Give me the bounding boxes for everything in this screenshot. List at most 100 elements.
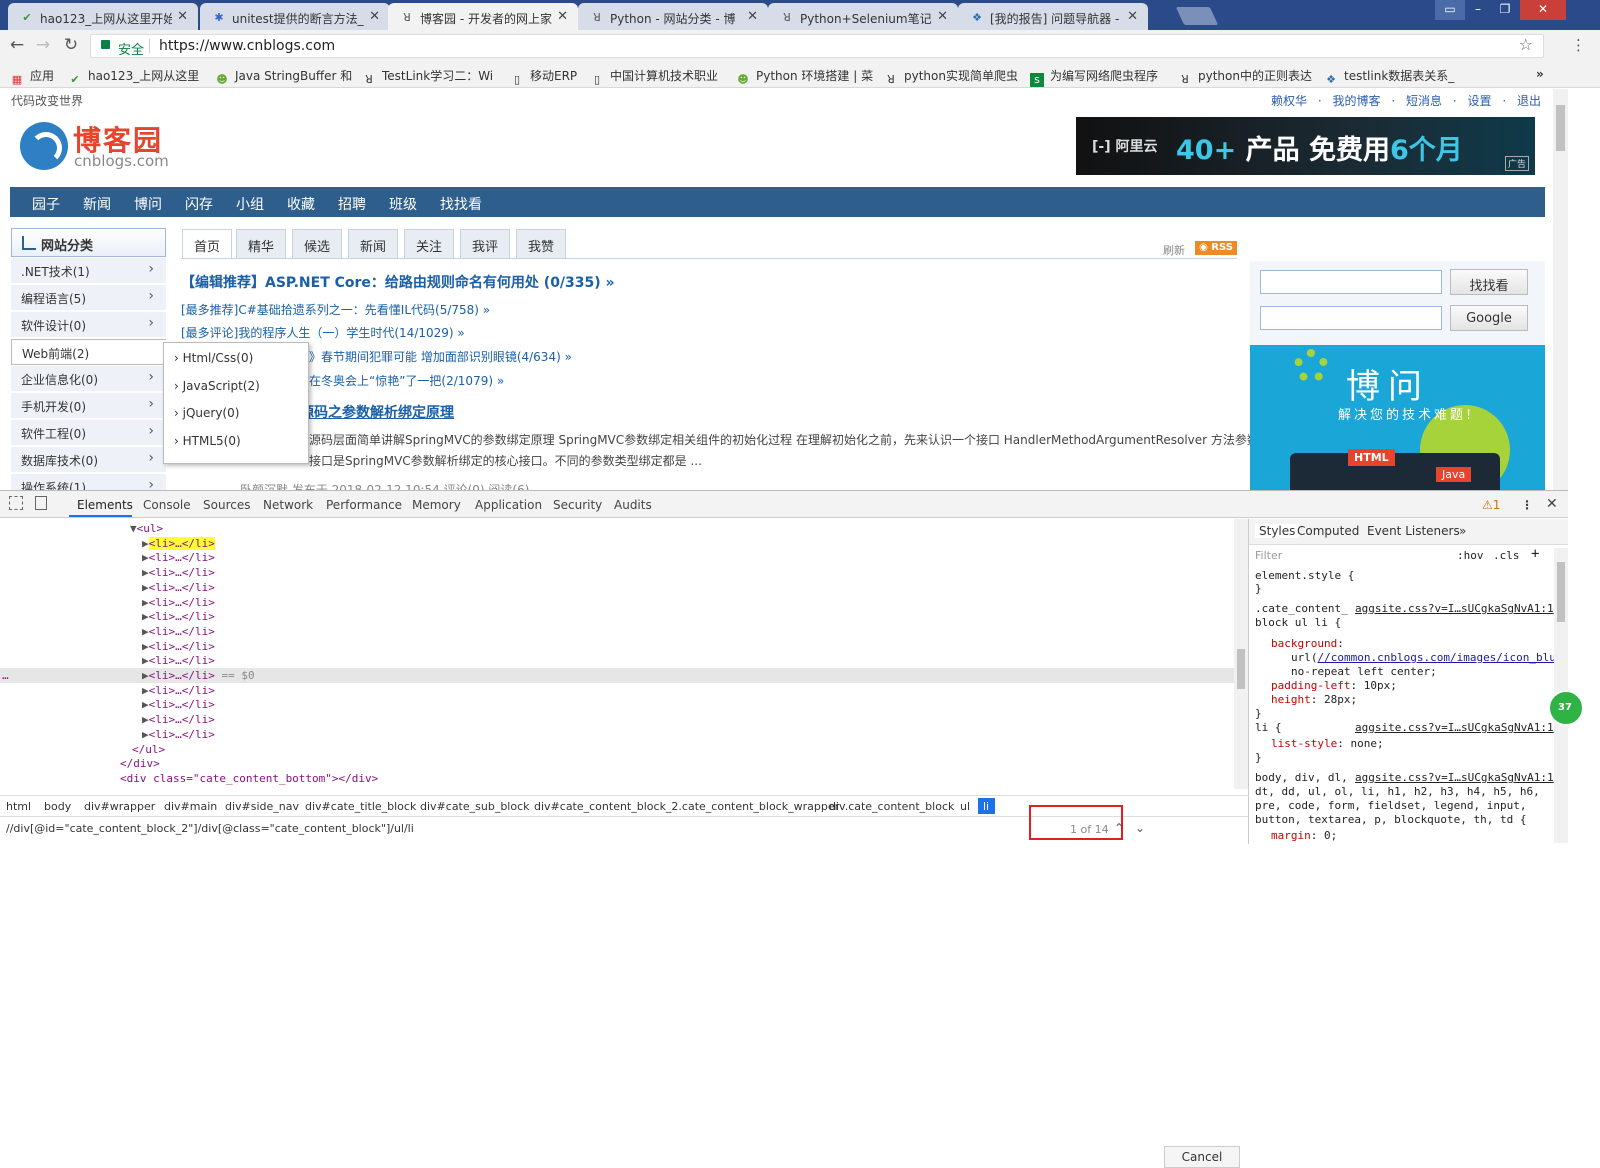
tab-unittest[interactable]: ✱ unitest提供的断言方法_ ✕: [200, 3, 390, 30]
rss-badge[interactable]: ◉ RSS: [1195, 241, 1237, 255]
dom-node-line[interactable]: ▶<li>…</li>: [142, 727, 215, 742]
inspect-element-icon[interactable]: [9, 496, 23, 510]
close-icon[interactable]: ✕: [177, 9, 188, 24]
submenu-item[interactable]: › jQuery(0): [174, 406, 239, 420]
dom-node-line[interactable]: </div>: [108, 786, 148, 789]
hov-toggle[interactable]: :hov: [1457, 549, 1484, 563]
style-rule-line[interactable]: padding-left: 10px;: [1271, 679, 1397, 693]
tab-styles[interactable]: Styles: [1255, 524, 1300, 538]
expand-triangle-icon[interactable]: ▶: [142, 551, 149, 564]
breadcrumb-item[interactable]: html: [6, 800, 31, 813]
bowen-ad-banner[interactable]: 博问 解决您的技术难题! HTML Java: [1250, 345, 1545, 490]
tab-elements[interactable]: Elements: [77, 498, 133, 512]
scroll-thumb[interactable]: [1237, 649, 1245, 689]
style-rule-line[interactable]: margin: 0;: [1271, 829, 1337, 843]
cnblogs-logo-icon[interactable]: [20, 122, 68, 170]
site-search-button[interactable]: 找找看: [1450, 269, 1528, 295]
expand-triangle-icon[interactable]: ▶: [142, 581, 149, 594]
expand-triangle-icon[interactable]: ▶: [142, 610, 149, 623]
username-link[interactable]: 赖权华: [1271, 94, 1307, 108]
close-icon[interactable]: ✕: [937, 9, 948, 24]
bookmark-item[interactable]: ▯ 移动ERP: [510, 67, 590, 87]
category-item[interactable]: 数据库技术(0) ›: [11, 447, 166, 473]
style-rule-line[interactable]: .cate_content_: [1255, 602, 1348, 616]
tab-memory[interactable]: Memory: [412, 498, 461, 512]
settings-link[interactable]: 设置: [1467, 94, 1491, 108]
warning-counter[interactable]: ⚠1: [1482, 498, 1500, 512]
bookmark-apps[interactable]: ▦ 应用: [10, 67, 54, 87]
bookmark-item[interactable]: ꓤ python实现简单爬虫: [884, 67, 1022, 87]
tab-sources[interactable]: Sources: [203, 498, 250, 512]
url-text[interactable]: https://www.cnblogs.com: [159, 38, 335, 54]
editor-pick-link[interactable]: 【编辑推荐】ASP.NET Core：给路由规则命名有何用处 (0/335) »: [181, 272, 615, 292]
new-tab-button[interactable]: [1175, 7, 1219, 25]
dom-node-line[interactable]: ▶<li>…</li>: [142, 624, 215, 639]
row-dots-icon[interactable]: …: [2, 668, 9, 683]
close-icon[interactable]: ✕: [557, 9, 568, 24]
expand-triangle-icon[interactable]: ▶: [142, 654, 149, 667]
expand-triangle-icon[interactable]: ▶: [142, 728, 149, 741]
google-search-input[interactable]: [1260, 306, 1442, 330]
style-rule-line[interactable]: height: 28px;: [1271, 693, 1357, 707]
dom-node-line[interactable]: ▶<li>…</li>: [142, 712, 215, 727]
tab-hao123[interactable]: ✔ hao123_上网从这里开始 ✕: [8, 3, 198, 30]
style-rule-line[interactable]: url(//common.cnblogs.com/images/icon_blu: [1291, 651, 1556, 665]
more-bookmarks-icon[interactable]: »: [1536, 67, 1544, 81]
dom-node-line[interactable]: ▶<li>…</li>: [142, 536, 215, 551]
expand-triangle-icon[interactable]: ▶: [142, 698, 149, 711]
nav-item[interactable]: 小组: [236, 194, 264, 214]
close-devtools-icon[interactable]: ✕: [1546, 496, 1558, 512]
xpath-search-input[interactable]: //div[@id="cate_content_block_2"]/div[@c…: [6, 822, 414, 835]
dom-node-line[interactable]: ▶<li>…</li>: [142, 697, 215, 712]
more-tabs-icon[interactable]: »: [1459, 524, 1466, 538]
messages-link[interactable]: 短消息: [1406, 94, 1442, 108]
tab-audits[interactable]: Audits: [614, 498, 652, 512]
dom-node-line[interactable]: ▶<li>…</li>: [142, 580, 215, 595]
dom-node-line[interactable]: ▶<li>…</li>: [142, 550, 215, 565]
styles-filter-input[interactable]: Filter: [1255, 549, 1282, 563]
breadcrumb-item[interactable]: div#wrapper: [84, 800, 155, 813]
back-icon[interactable]: ←: [6, 35, 28, 55]
dom-node-line[interactable]: ▶<li>…</li>: [142, 639, 215, 654]
tab-performance[interactable]: Performance: [326, 498, 402, 512]
tab-featured[interactable]: 精华: [236, 229, 286, 259]
user-icon[interactable]: ▭: [1435, 0, 1465, 20]
dom-node-line[interactable]: ▶<li>…</li>: [142, 653, 215, 668]
my-blog-link[interactable]: 我的博客: [1332, 94, 1380, 108]
forward-icon[interactable]: →: [32, 35, 54, 55]
tab-application[interactable]: Application: [475, 498, 542, 512]
style-rule-line[interactable]: background:: [1271, 637, 1344, 651]
category-item-hovered[interactable]: Web前端(2): [11, 339, 166, 365]
submenu-item[interactable]: › JavaScript(2): [174, 379, 260, 393]
dom-node-line[interactable]: ▼<ul>: [130, 521, 163, 536]
aliyun-ad-banner[interactable]: [-] 阿里云 40+ 产品 免费用6个月 广告: [1076, 117, 1535, 175]
tab-candidates[interactable]: 候选: [292, 229, 342, 259]
breadcrumb-item[interactable]: div#main: [164, 800, 217, 813]
category-item[interactable]: .NET技术(1) ›: [11, 258, 166, 284]
breadcrumb-item[interactable]: li: [983, 800, 989, 813]
collapse-triangle-icon[interactable]: ▼: [130, 522, 137, 535]
category-item[interactable]: 编程语言(5) ›: [11, 285, 166, 311]
tab-event-listeners[interactable]: Event Listeners: [1367, 524, 1460, 538]
nav-item[interactable]: 园子: [32, 194, 60, 214]
bookmark-item[interactable]: s 为编写网络爬虫程序: [1030, 67, 1170, 87]
maximize-icon[interactable]: ❐: [1490, 0, 1520, 20]
nav-item[interactable]: 找找看: [440, 194, 482, 214]
tab-news[interactable]: 新闻: [348, 229, 398, 259]
tab-my-comments[interactable]: 我评: [460, 229, 510, 259]
close-icon[interactable]: ✕: [1127, 9, 1138, 24]
site-search-input[interactable]: [1260, 270, 1442, 294]
nav-item[interactable]: 新闻: [83, 194, 111, 214]
tab-console[interactable]: Console: [143, 498, 191, 512]
reload-icon[interactable]: ↻: [60, 35, 82, 55]
bookmark-item[interactable]: ꓤ TestLink学习二：Wi: [362, 67, 499, 87]
cls-toggle[interactable]: .cls: [1493, 549, 1520, 563]
submenu-item[interactable]: › Html/Css(0): [174, 351, 253, 365]
tab-security[interactable]: Security: [553, 498, 602, 512]
bookmark-item[interactable]: ❖ testlink数据表关系_: [1324, 67, 1464, 87]
tab-following[interactable]: 关注: [404, 229, 454, 259]
dom-node-line[interactable]: ▶<li>…</li>: [142, 595, 215, 610]
device-toolbar-icon[interactable]: [35, 496, 47, 510]
dom-tree-scrollbar[interactable]: [1234, 519, 1248, 789]
expand-triangle-icon[interactable]: ▶: [142, 625, 149, 638]
